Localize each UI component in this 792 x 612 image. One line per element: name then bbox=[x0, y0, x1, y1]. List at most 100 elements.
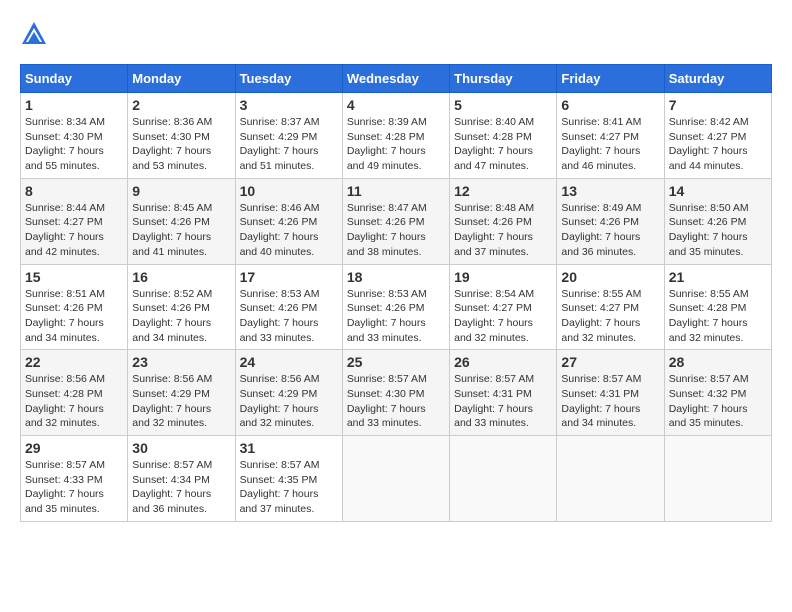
calendar-day-cell bbox=[450, 436, 557, 522]
day-number: 2 bbox=[132, 97, 230, 113]
calendar-day-cell: 18 Sunrise: 8:53 AMSunset: 4:26 PMDayligh… bbox=[342, 264, 449, 350]
logo bbox=[20, 20, 52, 48]
day-info: Sunrise: 8:57 AMSunset: 4:35 PMDaylight:… bbox=[240, 458, 338, 517]
day-number: 22 bbox=[25, 354, 123, 370]
day-info: Sunrise: 8:52 AMSunset: 4:26 PMDaylight:… bbox=[132, 287, 230, 346]
day-info: Sunrise: 8:56 AMSunset: 4:29 PMDaylight:… bbox=[132, 372, 230, 431]
calendar-day-cell: 20Sunrise: 8:55 AMSunset: 4:27 PMDayligh… bbox=[557, 264, 664, 350]
calendar-day-cell: 6 Sunrise: 8:41 AMSunset: 4:27 PMDaylight… bbox=[557, 93, 664, 179]
calendar-day-cell: 31 Sunrise: 8:57 AMSunset: 4:35 PMDayligh… bbox=[235, 436, 342, 522]
calendar-week-row: 22 Sunrise: 8:56 AMSunset: 4:28 PMDayligh… bbox=[21, 350, 772, 436]
day-number: 17 bbox=[240, 269, 338, 285]
calendar-day-cell: 8 Sunrise: 8:44 AMSunset: 4:27 PMDaylight… bbox=[21, 178, 128, 264]
day-number: 7 bbox=[669, 97, 767, 113]
day-number: 6 bbox=[561, 97, 659, 113]
day-number: 15 bbox=[25, 269, 123, 285]
calendar-day-cell: 28 Sunrise: 8:57 AMSunset: 4:32 PMDayligh… bbox=[664, 350, 771, 436]
day-of-week-header: Tuesday bbox=[235, 65, 342, 93]
day-of-week-header: Sunday bbox=[21, 65, 128, 93]
calendar-day-cell: 9 Sunrise: 8:45 AMSunset: 4:26 PMDaylight… bbox=[128, 178, 235, 264]
day-number: 21 bbox=[669, 269, 767, 285]
day-info: Sunrise: 8:39 AMSunset: 4:28 PMDaylight:… bbox=[347, 115, 445, 174]
calendar-day-cell: 7 Sunrise: 8:42 AMSunset: 4:27 PMDaylight… bbox=[664, 93, 771, 179]
calendar-day-cell: 30Sunrise: 8:57 AMSunset: 4:34 PMDayligh… bbox=[128, 436, 235, 522]
day-info: Sunrise: 8:48 AMSunset: 4:26 PMDaylight:… bbox=[454, 201, 552, 260]
day-of-week-header: Wednesday bbox=[342, 65, 449, 93]
day-number: 27 bbox=[561, 354, 659, 370]
calendar-week-row: 29 Sunrise: 8:57 AMSunset: 4:33 PMDayligh… bbox=[21, 436, 772, 522]
calendar-day-cell: 22 Sunrise: 8:56 AMSunset: 4:28 PMDayligh… bbox=[21, 350, 128, 436]
calendar-day-cell: 19 Sunrise: 8:54 AMSunset: 4:27 PMDayligh… bbox=[450, 264, 557, 350]
calendar-day-cell bbox=[557, 436, 664, 522]
day-info: Sunrise: 8:34 AMSunset: 4:30 PMDaylight:… bbox=[25, 115, 123, 174]
day-info: Sunrise: 8:57 AMSunset: 4:31 PMDaylight:… bbox=[454, 372, 552, 431]
calendar-day-cell: 5 Sunrise: 8:40 AMSunset: 4:28 PMDaylight… bbox=[450, 93, 557, 179]
day-info: Sunrise: 8:50 AMSunset: 4:26 PMDaylight:… bbox=[669, 201, 767, 260]
calendar-day-cell bbox=[664, 436, 771, 522]
calendar-day-cell: 11 Sunrise: 8:47 AMSunset: 4:26 PMDayligh… bbox=[342, 178, 449, 264]
calendar-day-cell: 1 Sunrise: 8:34 AMSunset: 4:30 PMDaylight… bbox=[21, 93, 128, 179]
day-info: Sunrise: 8:47 AMSunset: 4:26 PMDaylight:… bbox=[347, 201, 445, 260]
page-header bbox=[20, 20, 772, 48]
calendar-week-row: 15 Sunrise: 8:51 AMSunset: 4:26 PMDayligh… bbox=[21, 264, 772, 350]
day-info: Sunrise: 8:44 AMSunset: 4:27 PMDaylight:… bbox=[25, 201, 123, 260]
day-number: 29 bbox=[25, 440, 123, 456]
calendar-day-cell: 25 Sunrise: 8:57 AMSunset: 4:30 PMDayligh… bbox=[342, 350, 449, 436]
day-info: Sunrise: 8:42 AMSunset: 4:27 PMDaylight:… bbox=[669, 115, 767, 174]
day-number: 23 bbox=[132, 354, 230, 370]
day-of-week-header: Friday bbox=[557, 65, 664, 93]
day-info: Sunrise: 8:56 AMSunset: 4:28 PMDaylight:… bbox=[25, 372, 123, 431]
day-info: Sunrise: 8:45 AMSunset: 4:26 PMDaylight:… bbox=[132, 201, 230, 260]
calendar-table: SundayMondayTuesdayWednesdayThursdayFrid… bbox=[20, 64, 772, 522]
day-info: Sunrise: 8:51 AMSunset: 4:26 PMDaylight:… bbox=[25, 287, 123, 346]
calendar-day-cell: 14 Sunrise: 8:50 AMSunset: 4:26 PMDayligh… bbox=[664, 178, 771, 264]
day-info: Sunrise: 8:49 AMSunset: 4:26 PMDaylight:… bbox=[561, 201, 659, 260]
day-number: 3 bbox=[240, 97, 338, 113]
day-info: Sunrise: 8:54 AMSunset: 4:27 PMDaylight:… bbox=[454, 287, 552, 346]
logo-icon bbox=[20, 20, 48, 48]
calendar-week-row: 8 Sunrise: 8:44 AMSunset: 4:27 PMDaylight… bbox=[21, 178, 772, 264]
day-number: 28 bbox=[669, 354, 767, 370]
day-info: Sunrise: 8:53 AMSunset: 4:26 PMDaylight:… bbox=[347, 287, 445, 346]
day-number: 14 bbox=[669, 183, 767, 199]
day-number: 12 bbox=[454, 183, 552, 199]
calendar-day-cell: 27 Sunrise: 8:57 AMSunset: 4:31 PMDayligh… bbox=[557, 350, 664, 436]
calendar-day-cell: 26 Sunrise: 8:57 AMSunset: 4:31 PMDayligh… bbox=[450, 350, 557, 436]
calendar-day-cell: 13 Sunrise: 8:49 AMSunset: 4:26 PMDayligh… bbox=[557, 178, 664, 264]
day-number: 13 bbox=[561, 183, 659, 199]
day-number: 31 bbox=[240, 440, 338, 456]
day-number: 10 bbox=[240, 183, 338, 199]
calendar-day-cell: 12 Sunrise: 8:48 AMSunset: 4:26 PMDayligh… bbox=[450, 178, 557, 264]
day-info: Sunrise: 8:53 AMSunset: 4:26 PMDaylight:… bbox=[240, 287, 338, 346]
calendar-day-cell: 16 Sunrise: 8:52 AMSunset: 4:26 PMDayligh… bbox=[128, 264, 235, 350]
day-number: 8 bbox=[25, 183, 123, 199]
day-info: Sunrise: 8:57 AMSunset: 4:30 PMDaylight:… bbox=[347, 372, 445, 431]
day-number: 19 bbox=[454, 269, 552, 285]
day-number: 24 bbox=[240, 354, 338, 370]
calendar-day-cell: 10Sunrise: 8:46 AMSunset: 4:26 PMDayligh… bbox=[235, 178, 342, 264]
day-number: 25 bbox=[347, 354, 445, 370]
calendar-day-cell: 24 Sunrise: 8:56 AMSunset: 4:29 PMDayligh… bbox=[235, 350, 342, 436]
day-info: Sunrise: 8:57 AMSunset: 4:34 PMDaylight:… bbox=[132, 458, 230, 517]
day-info: Sunrise: 8:57 AMSunset: 4:33 PMDaylight:… bbox=[25, 458, 123, 517]
calendar-header-row: SundayMondayTuesdayWednesdayThursdayFrid… bbox=[21, 65, 772, 93]
day-info: Sunrise: 8:55 AMSunset: 4:28 PMDaylight:… bbox=[669, 287, 767, 346]
day-number: 4 bbox=[347, 97, 445, 113]
day-number: 11 bbox=[347, 183, 445, 199]
day-number: 16 bbox=[132, 269, 230, 285]
calendar-week-row: 1 Sunrise: 8:34 AMSunset: 4:30 PMDaylight… bbox=[21, 93, 772, 179]
day-number: 18 bbox=[347, 269, 445, 285]
day-info: Sunrise: 8:56 AMSunset: 4:29 PMDaylight:… bbox=[240, 372, 338, 431]
day-number: 9 bbox=[132, 183, 230, 199]
calendar-day-cell bbox=[342, 436, 449, 522]
calendar-day-cell: 29 Sunrise: 8:57 AMSunset: 4:33 PMDayligh… bbox=[21, 436, 128, 522]
day-number: 26 bbox=[454, 354, 552, 370]
day-of-week-header: Monday bbox=[128, 65, 235, 93]
day-info: Sunrise: 8:40 AMSunset: 4:28 PMDaylight:… bbox=[454, 115, 552, 174]
day-info: Sunrise: 8:55 AMSunset: 4:27 PMDaylight:… bbox=[561, 287, 659, 346]
day-info: Sunrise: 8:57 AMSunset: 4:31 PMDaylight:… bbox=[561, 372, 659, 431]
day-number: 1 bbox=[25, 97, 123, 113]
day-info: Sunrise: 8:57 AMSunset: 4:32 PMDaylight:… bbox=[669, 372, 767, 431]
day-info: Sunrise: 8:41 AMSunset: 4:27 PMDaylight:… bbox=[561, 115, 659, 174]
day-number: 5 bbox=[454, 97, 552, 113]
